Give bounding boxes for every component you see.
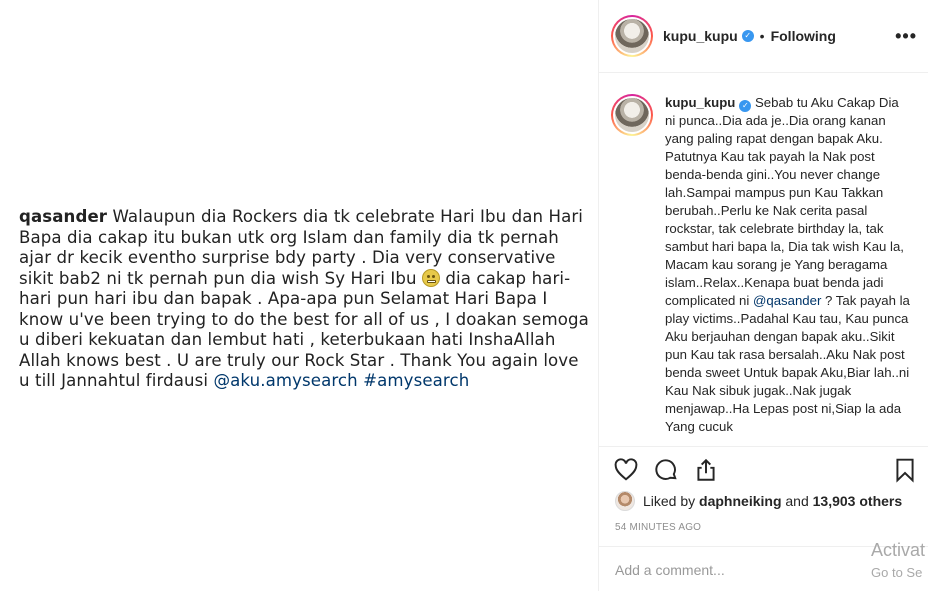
- comment-author-avatar-photo: [615, 98, 649, 132]
- action-bar: [613, 457, 733, 483]
- image-caption-hashtag: #amysearch: [363, 371, 470, 390]
- watermark-line-1: Activat: [871, 540, 926, 560]
- share-icon[interactable]: [693, 457, 719, 483]
- comment-text: kupu_kupu ✓ Sebab tu Aku Cakap Dia ni pun…: [665, 94, 911, 436]
- comment-author-avatar[interactable]: [611, 94, 653, 136]
- verified-icon: ✓: [741, 30, 754, 42]
- verified-icon: ✓: [739, 100, 752, 112]
- image-caption-text: qasander Walaupun dia Rockers dia tk cel…: [19, 207, 589, 392]
- likes-others-link[interactable]: 13,903 others: [813, 493, 903, 509]
- comments-list[interactable]: kupu_kupu ✓ Sebab tu Aku Cakap Dia ni pun…: [599, 74, 928, 446]
- author-username[interactable]: kupu_kupu: [663, 28, 738, 44]
- image-caption-mention: @aku.amysearch: [213, 371, 358, 390]
- post-side-panel: kupu_kupu ✓ • Following ••• kupu_kupu ✓ S…: [598, 0, 928, 591]
- activate-windows-watermark: Activat Go to Se: [871, 540, 925, 580]
- add-comment-input[interactable]: [615, 562, 915, 578]
- comment-username[interactable]: kupu_kupu: [665, 95, 735, 110]
- watermark-line-2: Go to Se: [871, 565, 923, 580]
- author-avatar-photo: [615, 19, 649, 53]
- liker-username[interactable]: daphneiking: [699, 493, 781, 509]
- heart-icon[interactable]: [613, 457, 639, 483]
- grimacing-emoji-icon: [422, 268, 441, 287]
- post-timestamp[interactable]: 54 MINUTES AGO: [615, 522, 701, 533]
- comment-mention[interactable]: @qasander: [753, 293, 821, 308]
- author-avatar[interactable]: [611, 15, 653, 57]
- post-header: kupu_kupu ✓ • Following •••: [599, 0, 928, 73]
- post-image[interactable]: qasander Walaupun dia Rockers dia tk cel…: [0, 0, 598, 591]
- actions-divider: [599, 446, 928, 447]
- comment-icon[interactable]: [653, 457, 679, 483]
- caption-comment: kupu_kupu ✓ Sebab tu Aku Cakap Dia ni pun…: [611, 94, 911, 436]
- comment-text-part-1: Sebab tu Aku Cakap Dia ni punca..Dia ada…: [665, 95, 904, 308]
- comment-text-part-2: ? Tak payah la play victims..Padahal Kau…: [665, 293, 910, 434]
- image-caption-username: qasander: [19, 207, 108, 226]
- bookmark-icon[interactable]: [892, 457, 918, 483]
- following-button[interactable]: Following: [771, 28, 836, 44]
- likes-and: and: [785, 493, 809, 509]
- likes-summary: Liked by daphneiking and 13,903 others: [615, 491, 902, 511]
- liker-avatar[interactable]: [615, 491, 635, 511]
- header-separator: •: [759, 28, 765, 44]
- more-icon[interactable]: •••: [895, 26, 917, 47]
- likes-prefix: Liked by: [643, 493, 696, 509]
